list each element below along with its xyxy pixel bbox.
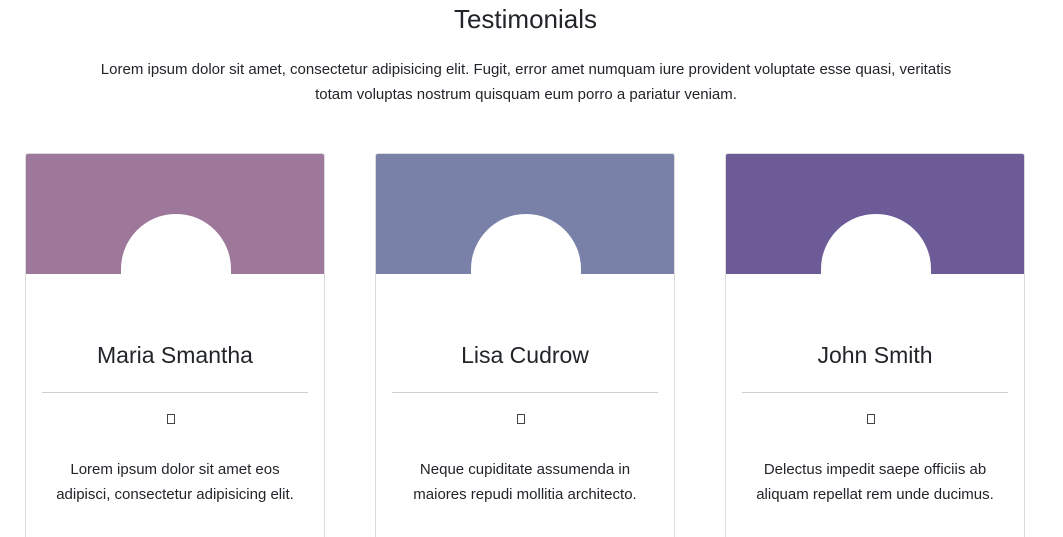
testimonials-section: Testimonials Lorem ipsum dolor sit amet,… (0, 0, 1063, 537)
testimonial-card: Lisa Cudrow Neque cupiditate assumenda i… (375, 153, 675, 537)
quote-left-icon (167, 414, 177, 426)
section-title: Testimonials (453, 4, 598, 34)
quote-left-icon (867, 414, 877, 426)
testimonial-name: Maria Smantha (97, 342, 253, 368)
testimonial-card: John Smith Delectus impedit saepe offici… (725, 153, 1025, 537)
testimonial-name: Lisa Cudrow (461, 342, 589, 368)
testimonial-text: Neque cupiditate assumenda in maiores re… (413, 461, 637, 503)
testimonial-text: Delectus impedit saepe officiis ab aliqu… (756, 461, 994, 503)
divider (392, 392, 658, 393)
testimonial-name: John Smith (817, 342, 933, 368)
section-description: Lorem ipsum dolor sit amet, consectetur … (100, 61, 952, 103)
divider (742, 392, 1008, 393)
quote-left-icon (517, 414, 527, 426)
divider (42, 392, 308, 393)
testimonial-card: Maria Smantha Lorem ipsum dolor sit amet… (25, 153, 325, 537)
testimonial-text: Lorem ipsum dolor sit amet eos adipisci,… (56, 461, 294, 503)
